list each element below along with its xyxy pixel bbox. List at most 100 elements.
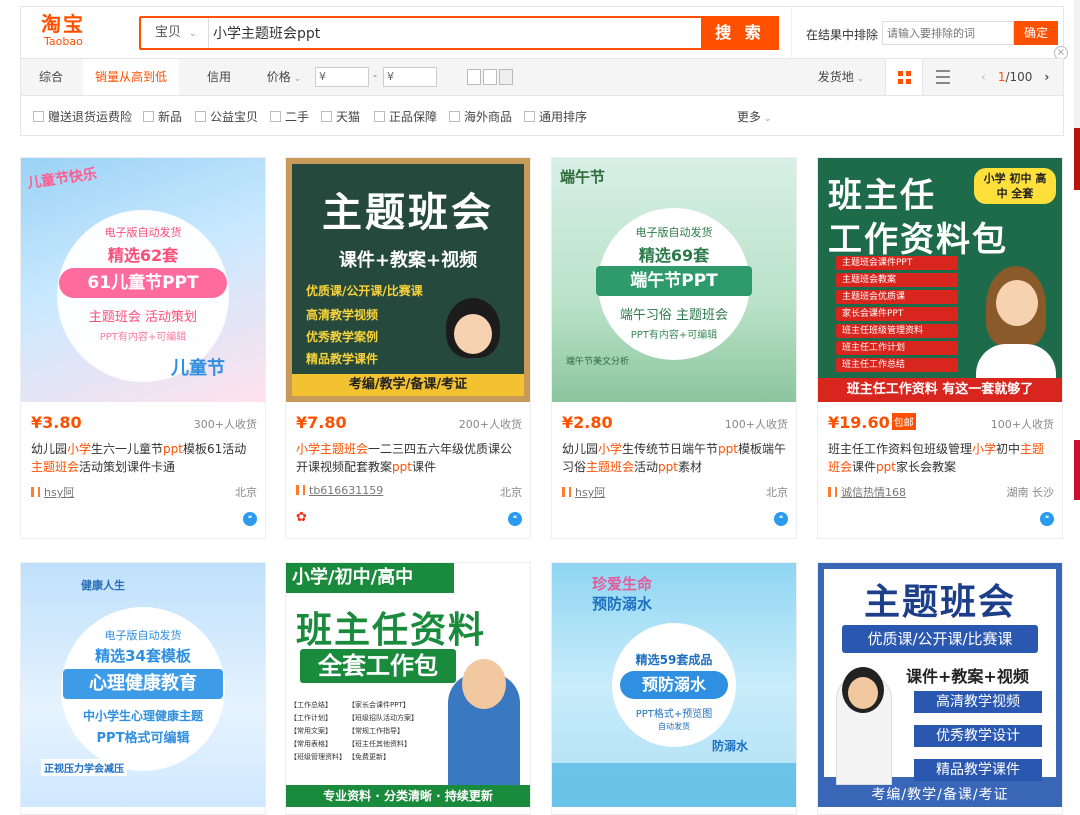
checkbox[interactable] <box>321 111 332 122</box>
sales-count: 200+人收货 <box>458 418 522 431</box>
product-image[interactable]: 班主任 工作资料包 小学 初中 高中 全套 主题班会课件PPT 主题班会教案 主… <box>818 158 1062 402</box>
product-image[interactable]: 小学/初中/高中 班主任资料 全套工作包 【工作总结】 【工作计划】 【常用文案… <box>286 563 530 807</box>
feature-item: 主题班会优质课 <box>836 290 958 304</box>
image-text: 精选69套 <box>638 246 710 265</box>
shop-link[interactable]: hsy阿 <box>31 484 74 500</box>
filter-tmall[interactable]: 天猫 <box>321 108 360 125</box>
wangwang-chat-icon[interactable]: ❝ <box>243 512 257 526</box>
product-title[interactable]: 幼儿园小学生六一儿童节ppt模板61活动主题班会活动策划课件卡通 <box>31 440 257 476</box>
checkbox[interactable] <box>33 111 44 122</box>
view-toggle-icon[interactable] <box>483 69 497 85</box>
filter-new[interactable]: 新品 <box>143 108 182 125</box>
shop-link[interactable]: tb616631159 <box>296 484 383 497</box>
feature-item: 【家长会课件PPT】 <box>348 701 410 709</box>
image-text: 精选59套成品 <box>635 653 713 667</box>
price-value: ¥3.80 <box>31 413 82 432</box>
product-image[interactable]: 珍爱生命 预防溺水 精选59套成品 预防溺水 PPT格式+预览图 自动发货 防溺… <box>552 563 796 807</box>
product-card[interactable]: 珍爱生命 预防溺水 精选59套成品 预防溺水 PPT格式+预览图 自动发货 防溺… <box>551 562 797 815</box>
title-part: 课件 <box>852 460 877 474</box>
price-min-input[interactable]: ¥ <box>315 67 369 87</box>
product-image[interactable]: 儿童节快乐 电子版自动发货 精选62套 61儿童节PPT 主题班会 活动策划 P… <box>21 158 265 402</box>
wangwang-chat-icon[interactable]: ❝ <box>774 512 788 526</box>
chevron-down-icon: ⌄ <box>764 114 772 124</box>
list-view-icon[interactable] <box>936 70 950 84</box>
feature-list: 【家长会课件PPT】 【班级招队活动方案】 【常规工作指导】 【班主任其他资料】… <box>348 699 432 764</box>
search-scope-select[interactable]: 宝贝 ⌄ <box>141 18 209 48</box>
checkbox[interactable] <box>195 111 206 122</box>
filter-overseas[interactable]: 海外商品 <box>449 108 512 125</box>
chevron-down-icon: ⌄ <box>856 74 865 84</box>
image-text: 课件+教案+视频 <box>338 250 478 271</box>
taobao-logo[interactable]: 淘宝 Taobao <box>41 13 99 48</box>
exclude-panel: 在结果中排除 确定 <box>791 7 1065 59</box>
shop-link[interactable]: hsy阿 <box>562 484 605 500</box>
filter-freight-insurance[interactable]: 赠送退货运费险 <box>33 108 132 125</box>
sort-price[interactable]: 价格 ⌄ <box>259 59 309 95</box>
logo-text: 淘宝 <box>41 12 85 36</box>
image-text: 端午节美文分析 <box>566 357 630 367</box>
image-text: 电子版自动发货 <box>635 226 713 239</box>
checkbox[interactable] <box>143 111 154 122</box>
more-filters-button[interactable]: 更多 ⌄ <box>737 108 772 125</box>
shop-icon <box>562 487 571 497</box>
product-title[interactable]: 班主任工作资料包班级管理小学初中主题班会课件ppt家长会教案 <box>828 440 1054 476</box>
product-title[interactable]: 幼儿园小学生传统节日端午节ppt模板端午习俗主题班会活动ppt素材 <box>562 440 788 476</box>
product-card[interactable]: 主题班会 优质课/公开课/比赛课 课件+教案+视频 高清教学视频 优秀教学设计 … <box>817 562 1063 815</box>
checkbox[interactable] <box>270 111 281 122</box>
image-text: 精品教学课件 <box>306 352 379 366</box>
product-card[interactable]: 儿童节快乐 电子版自动发货 精选62套 61儿童节PPT 主题班会 活动策划 P… <box>20 157 266 539</box>
filter-label: 公益宝贝 <box>210 110 259 124</box>
ship-from-select[interactable]: 发货地 ⌄ <box>813 59 869 95</box>
price-max-input[interactable]: ¥ <box>383 67 437 87</box>
title-highlight: ppt <box>718 442 738 456</box>
image-text: 61儿童节PPT <box>59 268 227 298</box>
title-highlight: ppt <box>658 460 678 474</box>
view-toggle-icon[interactable] <box>499 69 513 85</box>
wangwang-chat-icon[interactable]: ❝ <box>508 512 522 526</box>
product-image[interactable]: 主题班会 优质课/公开课/比赛课 课件+教案+视频 高清教学视频 优秀教学设计 … <box>818 563 1062 807</box>
filter-genuine[interactable]: 正品保障 <box>374 108 437 125</box>
product-card[interactable]: 端午节 电子版自动发货 精选69套 端午节PPT 端午习俗 主题班会 PPT有内… <box>551 157 797 539</box>
title-highlight: 主题班会 <box>31 460 80 474</box>
filter-general-sort[interactable]: 通用排序 <box>524 108 587 125</box>
image-text: 端午节 <box>560 168 606 186</box>
sort-default[interactable]: 综合 <box>21 59 81 95</box>
product-card[interactable]: 健康人生 电子版自动发货 精选34套模板 心理健康教育 中小学生心理健康主题 P… <box>20 562 266 815</box>
location: 北京 <box>500 486 522 499</box>
product-card[interactable]: 主题班会 课件+教案+视频 优质课/公开课/比赛课 高清教学视频 优秀教学案例 … <box>285 157 531 539</box>
filter-secondhand[interactable]: 二手 <box>270 108 309 125</box>
product-image[interactable]: 端午节 电子版自动发货 精选69套 端午节PPT 端午习俗 主题班会 PPT有内… <box>552 158 796 402</box>
product-card[interactable]: 小学/初中/高中 班主任资料 全套工作包 【工作总结】 【工作计划】 【常用文案… <box>285 562 531 815</box>
next-page-icon[interactable]: › <box>1044 70 1049 84</box>
shop-icon <box>31 487 40 497</box>
checkbox[interactable] <box>524 111 535 122</box>
title-highlight: ppt <box>163 442 183 456</box>
sort-credit[interactable]: 信用 <box>189 59 249 95</box>
image-text: 心理健康教育 <box>63 669 223 699</box>
shop-link[interactable]: 诚信热情168 <box>828 484 906 500</box>
title-part: 生传统节日端午节 <box>622 442 719 456</box>
wangwang-chat-icon[interactable]: ❝ <box>1040 512 1054 526</box>
location: 湖南 长沙 <box>1006 486 1055 499</box>
title-highlight: ppt <box>392 460 412 474</box>
image-text: 全套工作包 <box>300 649 456 683</box>
image-text: PPT格式+预览图 <box>635 709 713 720</box>
product-price: ¥7.80 <box>296 413 347 432</box>
search-input[interactable] <box>213 18 693 48</box>
prev-page-icon[interactable]: ‹ <box>981 70 986 84</box>
exclude-input[interactable] <box>882 21 1014 45</box>
product-card[interactable]: 班主任 工作资料包 小学 初中 高中 全套 主题班会课件PPT 主题班会教案 主… <box>817 157 1063 539</box>
sort-sales[interactable]: 销量从高到低 <box>83 59 179 95</box>
product-title[interactable]: 小学主题班会一二三四五六年级优质课公开课视频配套教案ppt课件 <box>296 440 522 476</box>
product-image[interactable]: 主题班会 课件+教案+视频 优质课/公开课/比赛课 高清教学视频 优秀教学案例 … <box>286 158 530 402</box>
exclude-confirm-button[interactable]: 确定 <box>1014 21 1058 45</box>
view-toggle-icon[interactable] <box>467 69 481 85</box>
product-image[interactable]: 健康人生 电子版自动发货 精选34套模板 心理健康教育 中小学生心理健康主题 P… <box>21 563 265 807</box>
pager: ‹ 1/100 › <box>981 59 1049 95</box>
search-button[interactable]: 搜 索 <box>701 16 779 50</box>
checkbox[interactable] <box>374 111 385 122</box>
filter-charity[interactable]: 公益宝贝 <box>195 108 258 125</box>
image-text: PPT格式可编辑 <box>96 731 190 746</box>
grid-view-icon[interactable] <box>885 59 923 95</box>
checkbox[interactable] <box>449 111 460 122</box>
